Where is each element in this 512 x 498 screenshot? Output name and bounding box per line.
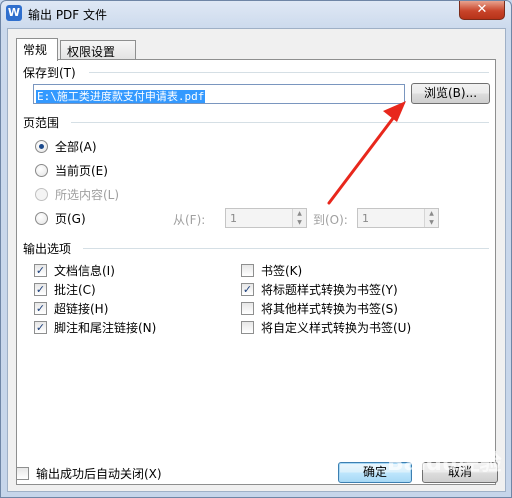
divider bbox=[71, 122, 489, 123]
output-path-input[interactable]: E:\施工类进度款支付申请表.pdf bbox=[33, 84, 405, 104]
export-pdf-dialog: W 输出 PDF 文件 ✕ 常规 权限设置 保存到(T) E:\施工类进度款支付… bbox=[0, 0, 512, 498]
checkbox-checked-icon[interactable]: ✓ bbox=[34, 282, 47, 296]
checkbox-heading-to-bookmarks[interactable]: ✓ 将标题样式转换为书签(Y) bbox=[241, 281, 398, 297]
window-title: 输出 PDF 文件 bbox=[28, 8, 108, 22]
radio-pages[interactable]: 页(G) bbox=[35, 210, 86, 226]
checkbox-unchecked-icon[interactable] bbox=[241, 301, 254, 315]
checkbox-label: 文档信息(I) bbox=[54, 263, 115, 278]
checkbox-label: 脚注和尾注链接(N) bbox=[54, 320, 157, 335]
title-bar[interactable]: W 输出 PDF 文件 ✕ bbox=[1, 1, 511, 27]
checkbox-label: 批注(C) bbox=[54, 282, 96, 297]
radio-current-page[interactable]: 当前页(E) bbox=[35, 162, 108, 178]
radio-indicator[interactable] bbox=[35, 211, 48, 225]
to-page-value: 1 bbox=[362, 212, 369, 225]
to-label: 到(O): bbox=[313, 213, 348, 227]
tab-permissions[interactable]: 权限设置 bbox=[60, 40, 136, 60]
radio-all-pages[interactable]: 全部(A) bbox=[35, 138, 97, 154]
tab-general[interactable]: 常规 bbox=[16, 38, 58, 61]
radio-indicator bbox=[35, 187, 48, 201]
from-page-value: 1 bbox=[230, 212, 237, 225]
checkbox-hyperlinks[interactable]: ✓ 超链接(H) bbox=[34, 300, 108, 316]
save-to-group-title: 保存到(T) bbox=[23, 66, 76, 80]
to-page-stepper: 1 ▲ ▼ bbox=[357, 208, 439, 228]
from-label: 从(F): bbox=[173, 213, 206, 227]
output-options-group-title: 输出选项 bbox=[23, 242, 72, 256]
radio-label: 当前页(E) bbox=[55, 163, 108, 178]
radio-selection: 所选内容(L) bbox=[35, 186, 119, 202]
dialog-body: 常规 权限设置 保存到(T) E:\施工类进度款支付申请表.pdf 浏览(B).… bbox=[7, 28, 506, 492]
divider bbox=[89, 72, 489, 73]
checkbox-checked-icon[interactable]: ✓ bbox=[34, 320, 47, 334]
checkbox-unchecked-icon[interactable] bbox=[241, 320, 254, 334]
radio-indicator[interactable] bbox=[35, 139, 48, 153]
radio-label: 页(G) bbox=[55, 211, 86, 226]
checkbox-unchecked-icon[interactable] bbox=[16, 466, 29, 480]
checkbox-unchecked-icon[interactable] bbox=[241, 263, 254, 277]
path-text: E:\施工类进度款支付申请表.pdf bbox=[36, 90, 206, 103]
checkbox-footnote-links[interactable]: ✓ 脚注和尾注链接(N) bbox=[34, 319, 156, 335]
close-button[interactable]: ✕ bbox=[459, 1, 505, 20]
checkbox-bookmarks[interactable]: 书签(K) bbox=[241, 262, 302, 278]
from-page-stepper: 1 ▲ ▼ bbox=[225, 208, 307, 228]
radio-label: 所选内容(L) bbox=[55, 187, 120, 202]
checkbox-label: 将标题样式转换为书签(Y) bbox=[261, 282, 398, 297]
checkbox-label: 将其他样式转换为书签(S) bbox=[261, 301, 398, 316]
spin-arrows-icon: ▲ ▼ bbox=[292, 209, 306, 227]
radio-label: 全部(A) bbox=[55, 139, 97, 154]
browse-button[interactable]: 浏览(B)... bbox=[411, 83, 490, 104]
checkbox-label: 将自定义样式转换为书签(U) bbox=[261, 320, 412, 335]
spin-arrows-icon: ▲ ▼ bbox=[424, 209, 438, 227]
general-panel: 保存到(T) E:\施工类进度款支付申请表.pdf 浏览(B)... 页范围 全… bbox=[16, 59, 496, 485]
watermark: Baidu经验 bbox=[387, 451, 502, 476]
checkbox-label: 输出成功后自动关闭(X) bbox=[36, 466, 162, 481]
wps-writer-icon: W bbox=[6, 5, 22, 21]
checkbox-doc-info[interactable]: ✓ 文档信息(I) bbox=[34, 262, 115, 278]
checkbox-other-styles-to-bookmarks[interactable]: 将其他样式转换为书签(S) bbox=[241, 300, 398, 316]
checkbox-auto-close[interactable]: 输出成功后自动关闭(X) bbox=[16, 465, 162, 481]
checkbox-checked-icon[interactable]: ✓ bbox=[34, 263, 47, 277]
page-range-group-title: 页范围 bbox=[23, 116, 60, 130]
checkbox-label: 书签(K) bbox=[261, 263, 303, 278]
radio-indicator[interactable] bbox=[35, 163, 48, 177]
checkbox-checked-icon[interactable]: ✓ bbox=[241, 282, 254, 296]
checkbox-checked-icon[interactable]: ✓ bbox=[34, 301, 47, 315]
divider bbox=[83, 248, 489, 249]
checkbox-custom-styles-to-bookmarks[interactable]: 将自定义样式转换为书签(U) bbox=[241, 319, 411, 335]
checkbox-label: 超链接(H) bbox=[54, 301, 109, 316]
checkbox-comments[interactable]: ✓ 批注(C) bbox=[34, 281, 96, 297]
